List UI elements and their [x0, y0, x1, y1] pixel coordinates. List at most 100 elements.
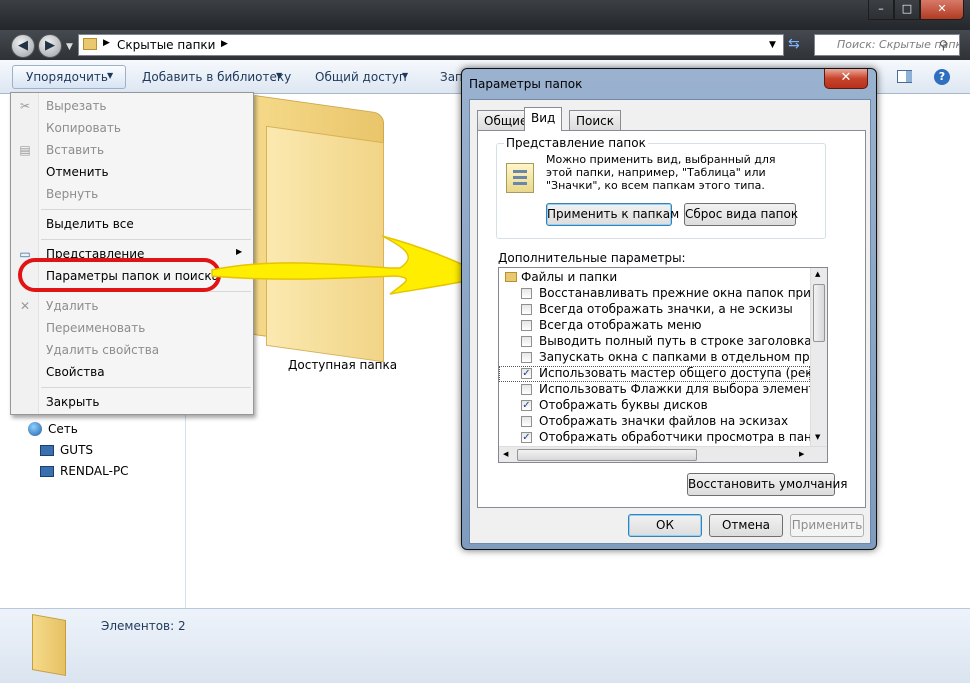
list-item[interactable]: ✓ Отображать буквы дисков — [499, 398, 810, 414]
checkbox[interactable]: ✓ — [521, 368, 532, 379]
folder-views-description: Можно применить вид, выбранный для этой … — [546, 153, 776, 192]
option-label: Использовать Флажки для выбора элементов — [539, 382, 810, 396]
menu-item-delete[interactable]: Удалить — [46, 299, 99, 313]
help-icon[interactable]: ? — [934, 69, 950, 85]
recent-pages-chevron-icon[interactable]: ▼ — [66, 42, 73, 52]
option-label: Отображать обработчики просмотра в панел… — [539, 430, 810, 444]
folder-options-dialog: Параметры папок ✕ Общие Вид Поиск Предст… — [461, 68, 877, 550]
menu-item-properties[interactable]: Свойства — [46, 365, 105, 379]
scroll-up-icon[interactable]: ▲ — [815, 270, 820, 278]
advanced-settings-list: Файлы и папки Восстанавливать прежние ок… — [498, 267, 828, 463]
checkbox[interactable]: ✓ — [521, 432, 532, 443]
checkbox[interactable] — [521, 416, 532, 427]
checkbox[interactable] — [521, 384, 532, 395]
delete-icon: ✕ — [19, 299, 31, 313]
menu-item-rename[interactable]: Переименовать — [46, 321, 145, 335]
tab-view[interactable]: Вид — [524, 107, 563, 131]
scroll-down-icon[interactable]: ▼ — [815, 433, 820, 441]
checkbox[interactable] — [521, 352, 532, 363]
scroll-right-icon[interactable]: ▶ — [799, 450, 804, 458]
address-field[interactable]: ▶ Скрытые папки ▶ ▼ — [78, 34, 784, 56]
dialog-body: Общие Вид Поиск Представление папок Можн… — [469, 99, 871, 544]
clipboard-icon: ▤ — [19, 143, 31, 157]
nav-item-network[interactable]: Сеть — [48, 422, 78, 436]
folder-view-icon — [506, 163, 534, 193]
option-label: Отображать значки файлов на эскизах — [539, 414, 789, 428]
computer-icon — [40, 466, 54, 477]
minimize-button[interactable]: – — [868, 0, 894, 20]
breadcrumb-chevron-icon[interactable]: ▶ — [221, 39, 228, 49]
advanced-settings-caption: Дополнительные параметры: — [498, 251, 686, 265]
back-button[interactable]: ◀ — [11, 34, 35, 58]
option-label: Запускать окна с папками в отдельном про… — [539, 350, 810, 364]
list-item[interactable]: Выводить полный путь в строке заголовка … — [499, 334, 810, 350]
list-item[interactable]: Отображать значки файлов на эскизах — [499, 414, 810, 430]
search-icon: ⚲ — [939, 38, 948, 52]
scissors-icon: ✂ — [19, 99, 31, 113]
vertical-scroll-thumb[interactable] — [813, 284, 825, 342]
menu-item-paste[interactable]: Вставить — [46, 143, 104, 157]
list-item[interactable]: Восстанавливать прежние окна папок при в… — [499, 286, 810, 302]
share-chevron-icon: ▼ — [402, 71, 409, 80]
address-dropdown-icon[interactable]: ▼ — [769, 40, 776, 50]
checkbox[interactable] — [521, 304, 532, 315]
folder-icon — [83, 38, 97, 50]
list-item[interactable]: ✓ Отображать обработчики просмотра в пане… — [499, 430, 810, 446]
checkbox[interactable] — [521, 320, 532, 331]
checkbox[interactable] — [521, 336, 532, 347]
option-label: Использовать мастер общего доступа (реко… — [539, 366, 810, 380]
menu-item-undo[interactable]: Отменить — [46, 165, 109, 179]
preview-pane-icon[interactable] — [897, 70, 912, 83]
window-close-button[interactable]: ✕ — [920, 0, 964, 20]
menu-item-select-all[interactable]: Выделить все — [46, 217, 134, 231]
checkbox[interactable] — [521, 288, 532, 299]
menu-item-cut[interactable]: Вырезать — [46, 99, 107, 113]
tab-panel-view: Представление папок Можно применить вид,… — [477, 130, 866, 508]
option-label: Выводить полный путь в строке заголовка … — [539, 334, 810, 348]
list-item[interactable]: Всегда отображать значки, а не эскизы — [499, 302, 810, 318]
cancel-button[interactable]: Отмена — [709, 514, 783, 537]
tab-search[interactable]: Поиск — [569, 110, 622, 130]
forward-button[interactable]: ▶ — [38, 34, 62, 58]
menu-item-close[interactable]: Закрыть — [46, 395, 99, 409]
list-item[interactable]: Использовать Флажки для выбора элементов — [499, 382, 810, 398]
ok-button[interactable]: ОК — [628, 514, 702, 537]
arrow-shape — [211, 235, 488, 295]
highlight-ring — [18, 258, 221, 292]
dialog-title: Параметры папок — [469, 77, 583, 91]
nav-item-computer[interactable]: RENDAL-PC — [60, 464, 129, 478]
menu-separator — [41, 209, 251, 210]
folder-views-caption: Представление папок — [504, 136, 648, 150]
option-label: Всегда отображать значки, а не эскизы — [539, 302, 793, 316]
network-icon — [28, 422, 42, 436]
vertical-scrollbar[interactable]: ▲ ▼ — [810, 268, 827, 446]
reset-folders-button[interactable]: Сброс вида папок — [684, 203, 798, 226]
menu-item-redo[interactable]: Вернуть — [46, 187, 98, 201]
breadcrumb[interactable]: Скрытые папки — [117, 38, 215, 52]
add-to-library-button[interactable]: Добавить в библиотеку — [142, 70, 291, 84]
share-button[interactable]: Общий доступ — [315, 70, 407, 84]
refresh-icon[interactable]: ⇆ — [788, 36, 800, 52]
list-item[interactable]: ✓ Использовать мастер общего доступа (рек… — [499, 366, 810, 382]
apply-button[interactable]: Применить — [790, 514, 864, 537]
checkbox[interactable]: ✓ — [521, 400, 532, 411]
folder-icon — [505, 272, 517, 282]
horizontal-scroll-thumb[interactable] — [517, 449, 697, 461]
maximize-button[interactable]: □ — [894, 0, 920, 20]
nav-item-computer[interactable]: GUTS — [60, 443, 93, 457]
computer-icon — [40, 445, 54, 456]
list-item[interactable]: Всегда отображать меню — [499, 318, 810, 334]
breadcrumb-separator-icon: ▶ — [103, 38, 110, 48]
scroll-left-icon[interactable]: ◀ — [503, 450, 508, 458]
option-label: Отображать буквы дисков — [539, 398, 708, 412]
restore-defaults-button[interactable]: Восстановить умолчания — [687, 473, 848, 496]
list-item[interactable]: Файлы и папки — [499, 270, 810, 286]
apply-to-folders-button[interactable]: Применить к папкам — [546, 203, 679, 226]
dialog-close-button[interactable]: ✕ — [824, 69, 868, 89]
folder-thumbnail-icon — [32, 614, 66, 676]
list-item[interactable]: Запускать окна с папками в отдельном про… — [499, 350, 810, 366]
folder-label[interactable]: Доступная папка — [288, 358, 397, 372]
menu-item-remove-properties[interactable]: Удалить свойства — [46, 343, 159, 357]
menu-item-copy[interactable]: Копировать — [46, 121, 121, 135]
horizontal-scrollbar[interactable]: ◀ ▶ — [499, 446, 827, 462]
